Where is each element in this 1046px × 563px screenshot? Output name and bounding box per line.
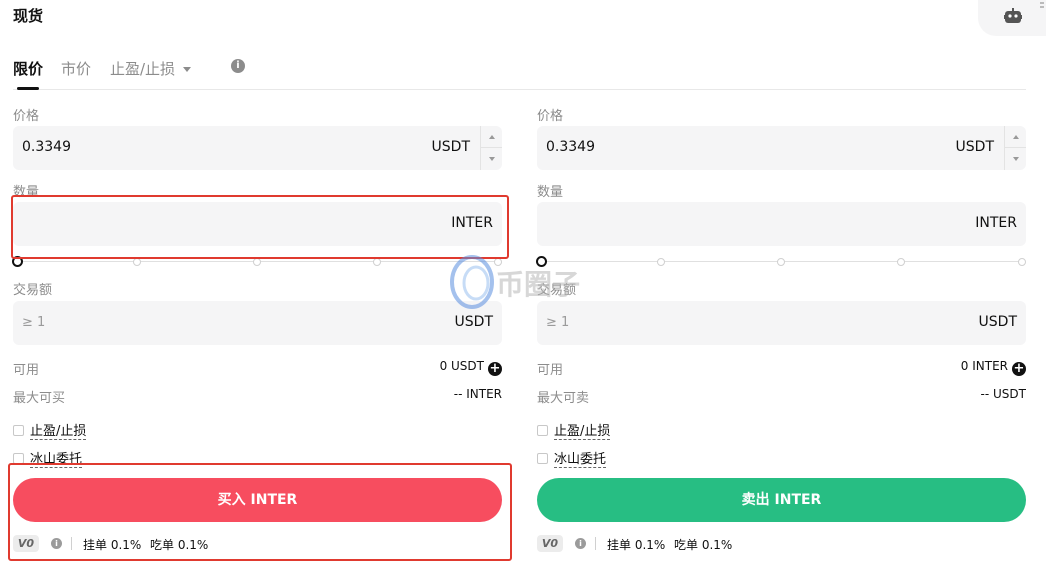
max-buy-value: -- INTER	[453, 387, 502, 401]
max-sell-label: 最大可卖	[537, 391, 590, 406]
sell-amount-input[interactable]: INTER	[537, 202, 1026, 246]
iceberg-checkbox[interactable]: 冰山委托	[13, 448, 83, 468]
sell-button[interactable]: 卖出 INTER	[537, 478, 1026, 522]
tpsl-checkbox[interactable]: 止盈/止损	[537, 420, 611, 440]
chevron-down-icon	[488, 157, 495, 161]
slider-tick-75[interactable]	[897, 258, 905, 266]
price-decrement-button[interactable]	[1004, 148, 1026, 170]
sell-amount-slider[interactable]	[536, 256, 1026, 268]
buy-amount-slider[interactable]	[12, 256, 502, 268]
buy-total-placeholder: ≥ 1	[22, 315, 46, 330]
divider	[71, 537, 72, 550]
available-value: 0 INTER +	[961, 359, 1026, 376]
sell-total-unit: USDT	[978, 314, 1017, 330]
sell-panel: 价格 0.3349 USDT 数量 INTER 交易额 ≥ 1 USDT 可用 …	[536, 0, 1026, 563]
price-decrement-button[interactable]	[480, 148, 502, 170]
price-increment-button[interactable]	[1004, 126, 1026, 148]
iceberg-checkbox-label: 冰山委托	[30, 452, 83, 468]
buy-price-unit: USDT	[431, 139, 470, 155]
amount-label: 数量	[537, 185, 564, 200]
taker-fee: 吃单 0.1%	[674, 538, 733, 552]
sell-total-input[interactable]: ≥ 1 USDT	[537, 301, 1026, 345]
checkbox-box[interactable]	[13, 453, 24, 464]
price-label: 价格	[537, 109, 564, 124]
sell-price-input[interactable]: 0.3349 USDT	[537, 126, 1026, 170]
slider-tick-25[interactable]	[657, 258, 665, 266]
scrollbar[interactable]	[1040, 2, 1044, 12]
vip-level-badge: V0	[13, 535, 39, 552]
slider-handle[interactable]	[12, 256, 23, 267]
max-sell-value: -- USDT	[980, 387, 1026, 401]
tpsl-checkbox-label: 止盈/止损	[30, 424, 87, 440]
buy-total-input[interactable]: ≥ 1 USDT	[13, 301, 502, 345]
buy-total-unit: USDT	[454, 314, 493, 330]
tpsl-checkbox[interactable]: 止盈/止损	[13, 420, 87, 440]
chevron-down-icon	[1012, 157, 1019, 161]
available-amount: 0 INTER	[960, 359, 1008, 373]
slider-tick-25[interactable]	[133, 258, 141, 266]
info-icon[interactable]: i	[575, 538, 586, 549]
buy-price-input[interactable]: 0.3349 USDT	[13, 126, 502, 170]
available-label: 可用	[537, 363, 564, 378]
buy-button[interactable]: 买入 INTER	[13, 478, 502, 522]
plus-circle-icon[interactable]: +	[488, 362, 502, 376]
sell-price-unit: USDT	[955, 139, 994, 155]
checkbox-box[interactable]	[537, 425, 548, 436]
divider	[595, 537, 596, 550]
iceberg-checkbox[interactable]: 冰山委托	[537, 448, 607, 468]
plus-circle-icon[interactable]: +	[1012, 362, 1026, 376]
taker-fee: 吃单 0.1%	[150, 538, 209, 552]
buy-panel: 价格 0.3349 USDT 数量 INTER 交易额 ≥ 1 USDT 可用 …	[12, 0, 502, 563]
buy-price-value: 0.3349	[22, 139, 71, 155]
available-amount: 0 USDT	[439, 359, 484, 373]
slider-tick-50[interactable]	[253, 258, 261, 266]
slider-tick-50[interactable]	[777, 258, 785, 266]
total-label: 交易额	[13, 283, 53, 298]
sell-price-value: 0.3349	[546, 139, 595, 155]
available-label: 可用	[13, 363, 40, 378]
vip-level-badge: V0	[537, 535, 563, 552]
maker-fee: 挂单 0.1%	[83, 538, 142, 552]
maker-fee: 挂单 0.1%	[607, 538, 666, 552]
buy-amount-unit: INTER	[451, 215, 493, 231]
sell-amount-unit: INTER	[975, 215, 1017, 231]
chevron-up-icon	[1012, 134, 1019, 139]
chevron-up-icon	[488, 134, 495, 139]
info-icon[interactable]: i	[51, 538, 62, 549]
checkbox-box[interactable]	[13, 425, 24, 436]
watermark-text: 币圈子	[496, 268, 580, 301]
amount-label: 数量	[13, 185, 40, 200]
watermark-logo: 币圈子	[450, 255, 580, 309]
available-value: 0 USDT +	[440, 359, 502, 376]
slider-tick-100[interactable]	[1018, 258, 1026, 266]
tpsl-checkbox-label: 止盈/止损	[554, 424, 611, 440]
buy-amount-input[interactable]: INTER	[13, 202, 502, 246]
iceberg-checkbox-label: 冰山委托	[554, 452, 607, 468]
price-increment-button[interactable]	[480, 126, 502, 148]
slider-tick-75[interactable]	[373, 258, 381, 266]
max-buy-label: 最大可买	[13, 391, 66, 406]
sell-total-placeholder: ≥ 1	[546, 315, 570, 330]
price-label: 价格	[13, 109, 40, 124]
checkbox-box[interactable]	[537, 453, 548, 464]
